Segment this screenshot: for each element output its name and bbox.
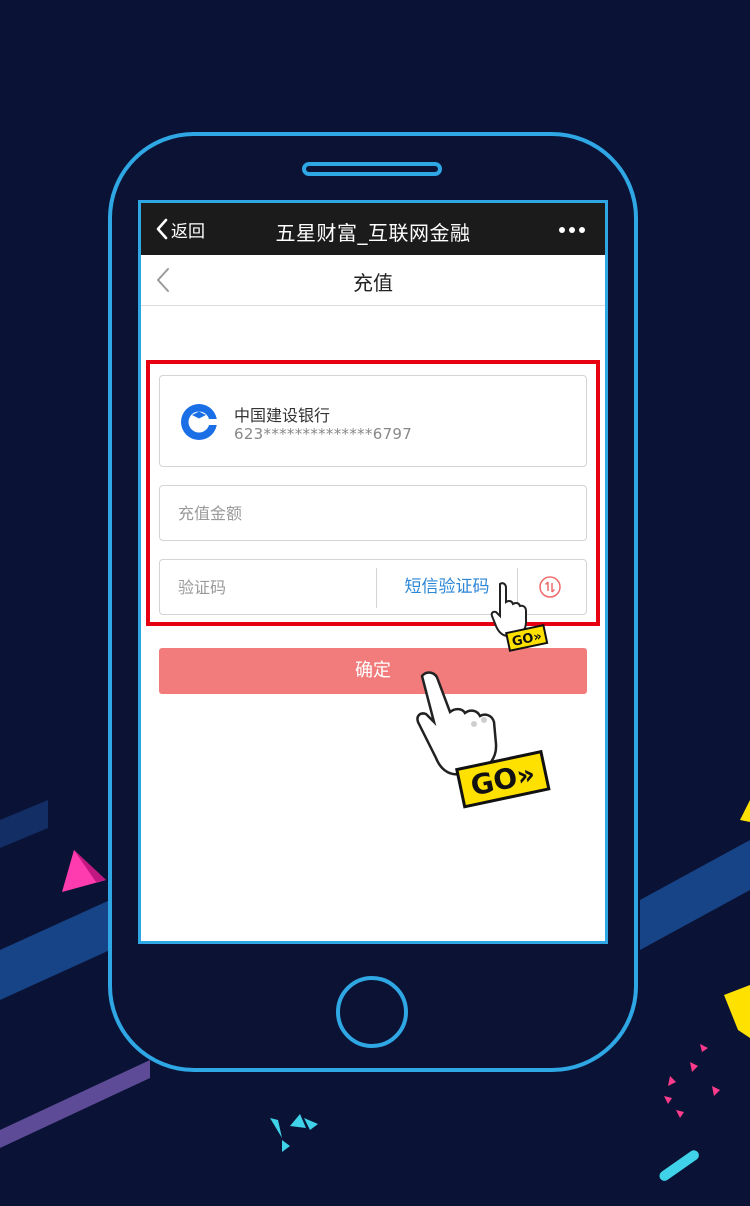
amount-field [159, 485, 587, 541]
yellow-triangle [724, 985, 750, 1038]
bank-name: 中国建设银行 [234, 406, 331, 425]
window-title: 五星财富_互联网金融 [275, 221, 471, 245]
phone-home-button [336, 976, 408, 1048]
pointing-hand-icon-large: GO» [416, 671, 551, 809]
phone-screen: 返回 五星财富_互联网金融 充值 中国建设银行 623*************… [138, 200, 608, 944]
bank-card-number: 623**************6797 [234, 425, 413, 443]
window-titlebar: 返回 五星财富_互联网金融 [141, 203, 605, 255]
phone-speaker [302, 162, 442, 176]
promo-stage: 返回 五星财富_互联网金融 充值 中国建设银行 623*************… [0, 0, 750, 1206]
page-header: 充值 [141, 255, 605, 306]
more-dots-icon[interactable] [559, 227, 585, 233]
bank-card-selector[interactable]: 中国建设银行 623**************6797 [159, 375, 587, 467]
pointing-hand-icon: GO» [490, 582, 549, 652]
verification-code-input[interactable] [160, 560, 376, 614]
ccb-logo-icon [181, 404, 218, 440]
pink-triangle [62, 850, 106, 892]
page-title: 充值 [353, 271, 393, 295]
amount-input[interactable] [160, 486, 586, 540]
